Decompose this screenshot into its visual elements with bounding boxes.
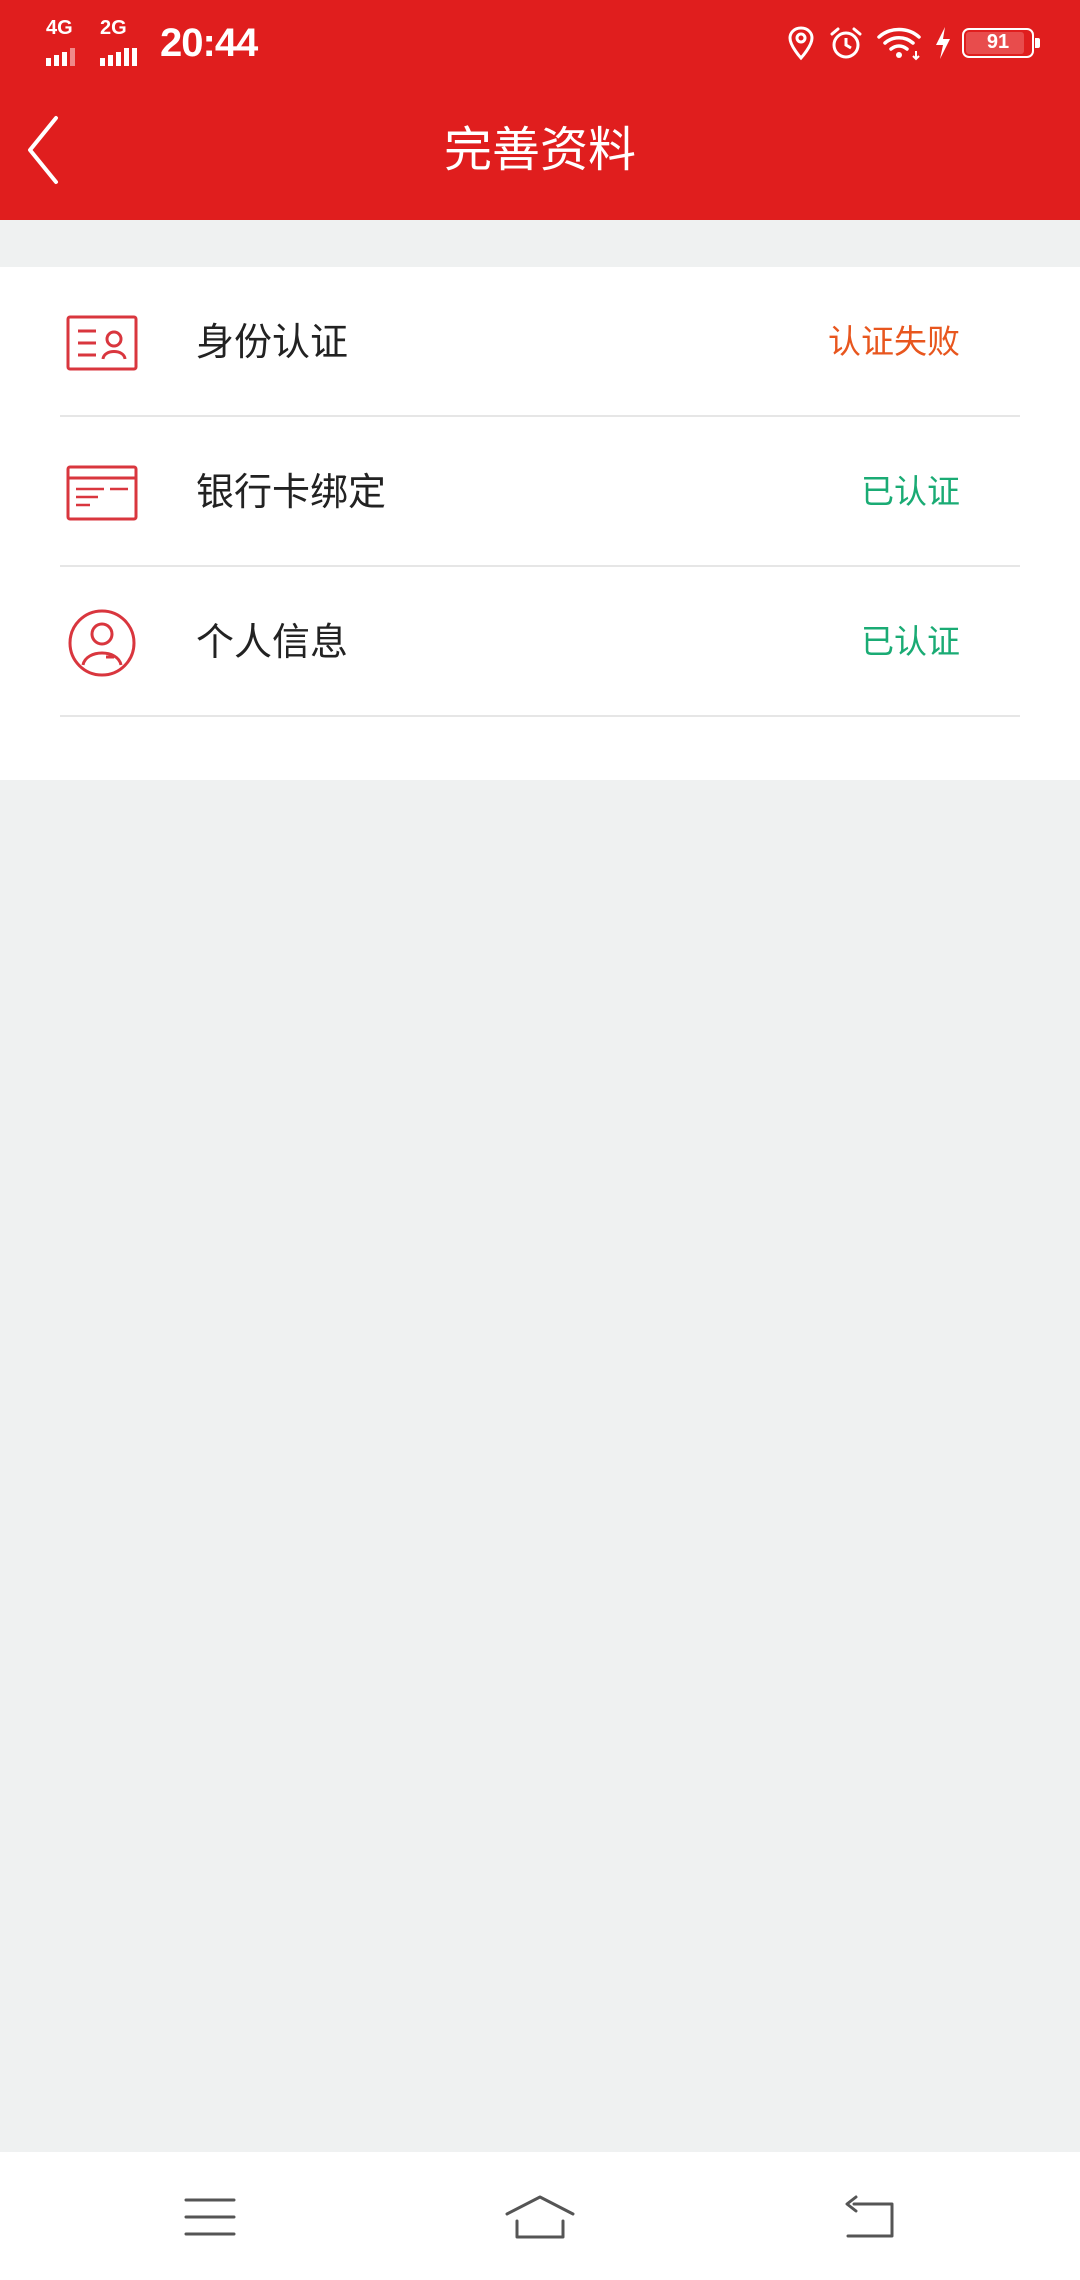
- status-left: 4G 2G 20:44: [46, 18, 258, 68]
- network-indicator-2: 2G: [100, 18, 150, 68]
- item-label: 个人信息: [196, 620, 349, 664]
- app-header: 4G 2G 20:44 91 完善资料: [0, 0, 1080, 220]
- item-label: 身份认证: [196, 320, 349, 364]
- battery-icon: 91: [962, 28, 1040, 58]
- location-icon: [786, 25, 816, 61]
- status-right: 91: [774, 20, 1040, 66]
- id-card-icon: [66, 307, 138, 379]
- signal-bars-icon: [46, 48, 75, 66]
- person-circle-icon: [66, 607, 138, 679]
- signal-bars-icon: [100, 48, 137, 66]
- status-badge: 认证失败: [828, 322, 960, 361]
- network-type-1: 4G: [46, 17, 73, 39]
- status-bar: 4G 2G 20:44 91: [0, 0, 1080, 84]
- list-item-identity[interactable]: 身份认证 认证失败: [60, 267, 1020, 417]
- back-nav-button[interactable]: [825, 2182, 915, 2252]
- list-item-personal-info[interactable]: 个人信息 已认证: [60, 567, 1020, 717]
- item-label: 银行卡绑定: [196, 470, 387, 514]
- alarm-icon: [828, 25, 864, 61]
- status-time: 20:44: [160, 20, 258, 65]
- network-type-2: 2G: [100, 17, 127, 39]
- nav-bar: 完善资料: [0, 84, 1080, 220]
- network-indicator-1: 4G: [46, 18, 96, 68]
- home-button[interactable]: [495, 2182, 585, 2252]
- menu-button[interactable]: [165, 2182, 255, 2252]
- battery-tip: [1035, 38, 1040, 48]
- status-badge: 已认证: [861, 472, 960, 511]
- charging-icon: [934, 26, 952, 60]
- system-nav-bar: [0, 2152, 1080, 2280]
- wifi-icon: [876, 25, 922, 61]
- battery-level: 91: [986, 31, 1010, 53]
- bank-card-icon: [66, 457, 138, 529]
- page-title: 完善资料: [443, 122, 636, 178]
- list-item-bank-card[interactable]: 银行卡绑定 已认证: [60, 417, 1020, 567]
- back-icon: [845, 2195, 894, 2238]
- menu-icon: [184, 2198, 236, 2236]
- status-badge: 已认证: [861, 622, 960, 661]
- profile-list: 身份认证 认证失败 银行卡绑定 已认证 个人信息 已认证: [0, 267, 1080, 780]
- home-icon: [505, 2195, 575, 2239]
